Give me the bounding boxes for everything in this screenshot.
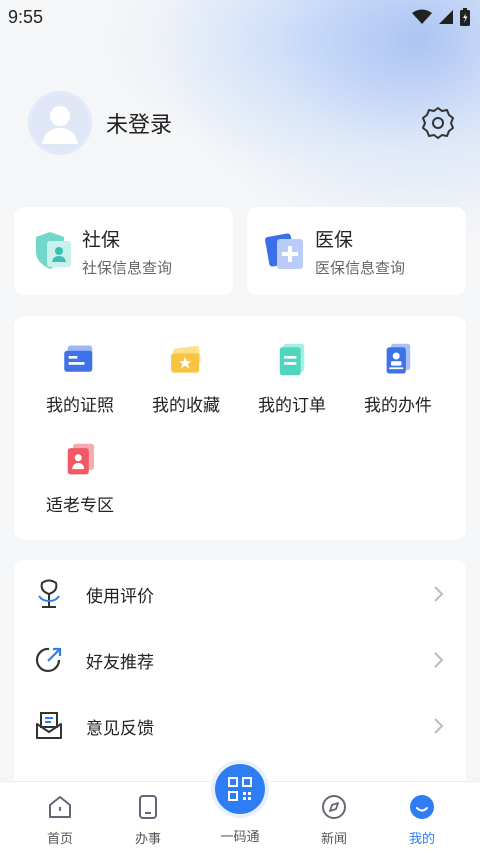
medical-insurance-card[interactable]: 医保 医保信息查询 [247, 207, 466, 295]
menu-list: 使用评价 好友推荐 意见反馈 [14, 560, 466, 790]
elderly-zone-item[interactable]: 适老专区 [30, 416, 130, 516]
my-licenses-label: 我的证照 [46, 396, 114, 416]
my-cases-label: 我的办件 [364, 396, 432, 416]
medical-insurance-title: 医保 [315, 228, 354, 251]
tab-one-code[interactable] [215, 764, 265, 814]
tab-home-label: 首页 [46, 832, 73, 847]
my-orders-item[interactable]: 我的订单 [242, 316, 342, 416]
tab-one-code-label: 一码通 [220, 830, 260, 845]
my-cases-item[interactable]: 我的办件 [348, 316, 448, 416]
menu-item-feedback[interactable]: 意见反馈 [14, 693, 466, 759]
avatar[interactable] [28, 91, 92, 155]
social-insurance-card[interactable]: 社保 社保信息查询 [14, 207, 233, 295]
feedback-mail-icon [36, 712, 62, 739]
chevron-right-icon [434, 652, 444, 668]
medical-insurance-subtitle: 医保信息查询 [315, 258, 406, 277]
tab-services-label: 办事 [134, 832, 161, 847]
phone-icon [139, 795, 157, 819]
tab-news[interactable]: 新闻 [286, 782, 382, 853]
battery-icon [460, 8, 470, 26]
status-bar: 9:55 [0, 0, 480, 34]
flower-icon [38, 579, 60, 608]
ticket-star-icon [171, 345, 201, 373]
login-status-text[interactable]: 未登录 [106, 107, 172, 139]
id-card-icon [64, 345, 93, 372]
stamp-icon [386, 343, 411, 374]
social-insurance-subtitle: 社保信息查询 [82, 258, 173, 277]
tab-mine-label: 我的 [408, 832, 435, 847]
document-icon [279, 343, 305, 376]
tab-news-label: 新闻 [320, 832, 347, 847]
menu-item-rating[interactable]: 使用评价 [14, 561, 466, 627]
tab-services[interactable]: 办事 [100, 782, 196, 853]
menu-item-rating-label: 使用评价 [86, 586, 154, 607]
elderly-zone-label: 适老专区 [46, 496, 114, 516]
menu-item-recommend[interactable]: 好友推荐 [14, 627, 466, 693]
compass-icon [322, 795, 346, 819]
profile-icon [410, 795, 434, 819]
status-icons [412, 8, 470, 26]
my-favorites-label: 我的收藏 [152, 396, 220, 416]
profile-header: 未登录 [28, 90, 458, 156]
default-avatar-icon [31, 94, 89, 152]
tab-home[interactable]: 首页 [12, 782, 108, 853]
qr-code-icon [228, 777, 252, 801]
share-arrow-icon [35, 647, 62, 672]
tab-mine[interactable]: 我的 [374, 782, 470, 853]
social-insurance-title: 社保 [82, 228, 121, 251]
chevron-right-icon [434, 718, 444, 734]
status-time: 9:55 [8, 6, 44, 27]
wifi-icon [412, 9, 432, 24]
home-icon [49, 796, 71, 818]
my-licenses-item[interactable]: 我的证照 [30, 316, 130, 416]
elderly-icon [67, 443, 94, 475]
services-grid: 我的证照 我的收藏 我的订单 我的办件 适老专区 [14, 316, 466, 540]
medical-card-icon [265, 233, 303, 269]
menu-item-recommend-label: 好友推荐 [86, 652, 154, 673]
my-orders-label: 我的订单 [258, 396, 326, 416]
settings-button[interactable] [418, 103, 458, 143]
shield-person-icon [36, 232, 71, 269]
chevron-right-icon [434, 586, 444, 602]
my-favorites-item[interactable]: 我的收藏 [136, 316, 236, 416]
cellular-signal-icon [439, 10, 453, 24]
gear-icon [422, 107, 454, 139]
menu-item-feedback-label: 意见反馈 [86, 718, 154, 739]
